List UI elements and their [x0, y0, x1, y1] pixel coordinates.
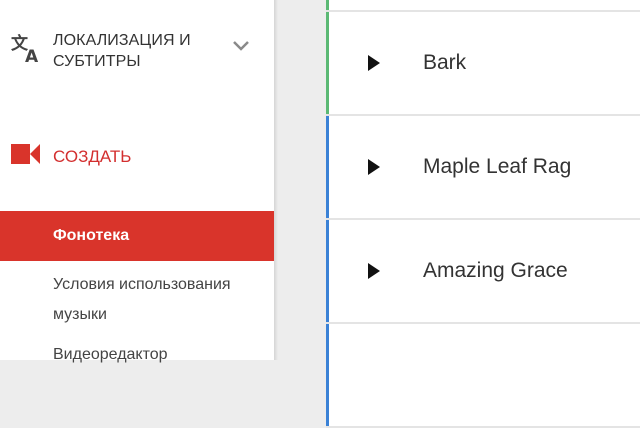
- video-camera-icon: [11, 144, 40, 164]
- nav-item-create-label: СОЗДАТЬ: [53, 147, 132, 166]
- track-title: Maple Leaf Rag: [423, 155, 572, 178]
- track-accent-bar: [326, 12, 329, 114]
- track-accent-bar: [326, 116, 329, 218]
- track-accent-bar: [326, 220, 329, 322]
- track-row[interactable]: Maple Leaf Rag: [326, 116, 640, 220]
- sidebar-item-label: Видеоредактор: [53, 346, 168, 363]
- track-accent-bar: [326, 324, 329, 426]
- nav-item-create[interactable]: СОЗДАТЬ: [0, 134, 274, 178]
- sidebar-item-audio-library[interactable]: Фонотека: [0, 211, 274, 261]
- nav-item-localization-label: ЛОКАЛИЗАЦИЯ И СУБТИТРЫ: [53, 32, 191, 70]
- track-accent-bar: [326, 0, 329, 10]
- play-icon[interactable]: [368, 263, 380, 279]
- sidebar-item-music-policies[interactable]: Условия использования музыки: [0, 266, 274, 330]
- nav-item-localization-subtitles[interactable]: 文 A ЛОКАЛИЗАЦИЯ И СУБТИТРЫ: [0, 26, 274, 78]
- track-title: Bark: [423, 51, 467, 74]
- play-icon[interactable]: [368, 159, 380, 175]
- svg-text:A: A: [25, 47, 39, 64]
- chevron-down-icon[interactable]: [232, 40, 250, 52]
- track-row[interactable]: Amazing Grace: [326, 220, 640, 324]
- play-icon[interactable]: [368, 55, 380, 71]
- track-row[interactable]: [326, 324, 640, 428]
- sidebar-item-video-editor[interactable]: Видеоредактор: [0, 340, 274, 370]
- track-list: Bark Maple Leaf Rag Amazing Grace: [326, 0, 640, 428]
- sidebar-item-label: Фонотека: [53, 227, 130, 244]
- sidebar-divider: [274, 0, 278, 360]
- track-title: Amazing Grace: [423, 259, 568, 282]
- sidebar-item-label: Условия использования музыки: [53, 276, 231, 323]
- sidebar: 文 A ЛОКАЛИЗАЦИЯ И СУБТИТРЫ СОЗДАТЬ Фонот…: [0, 0, 274, 363]
- track-row[interactable]: [326, 0, 640, 12]
- translate-icon: 文 A: [11, 33, 39, 64]
- track-row[interactable]: Bark: [326, 12, 640, 116]
